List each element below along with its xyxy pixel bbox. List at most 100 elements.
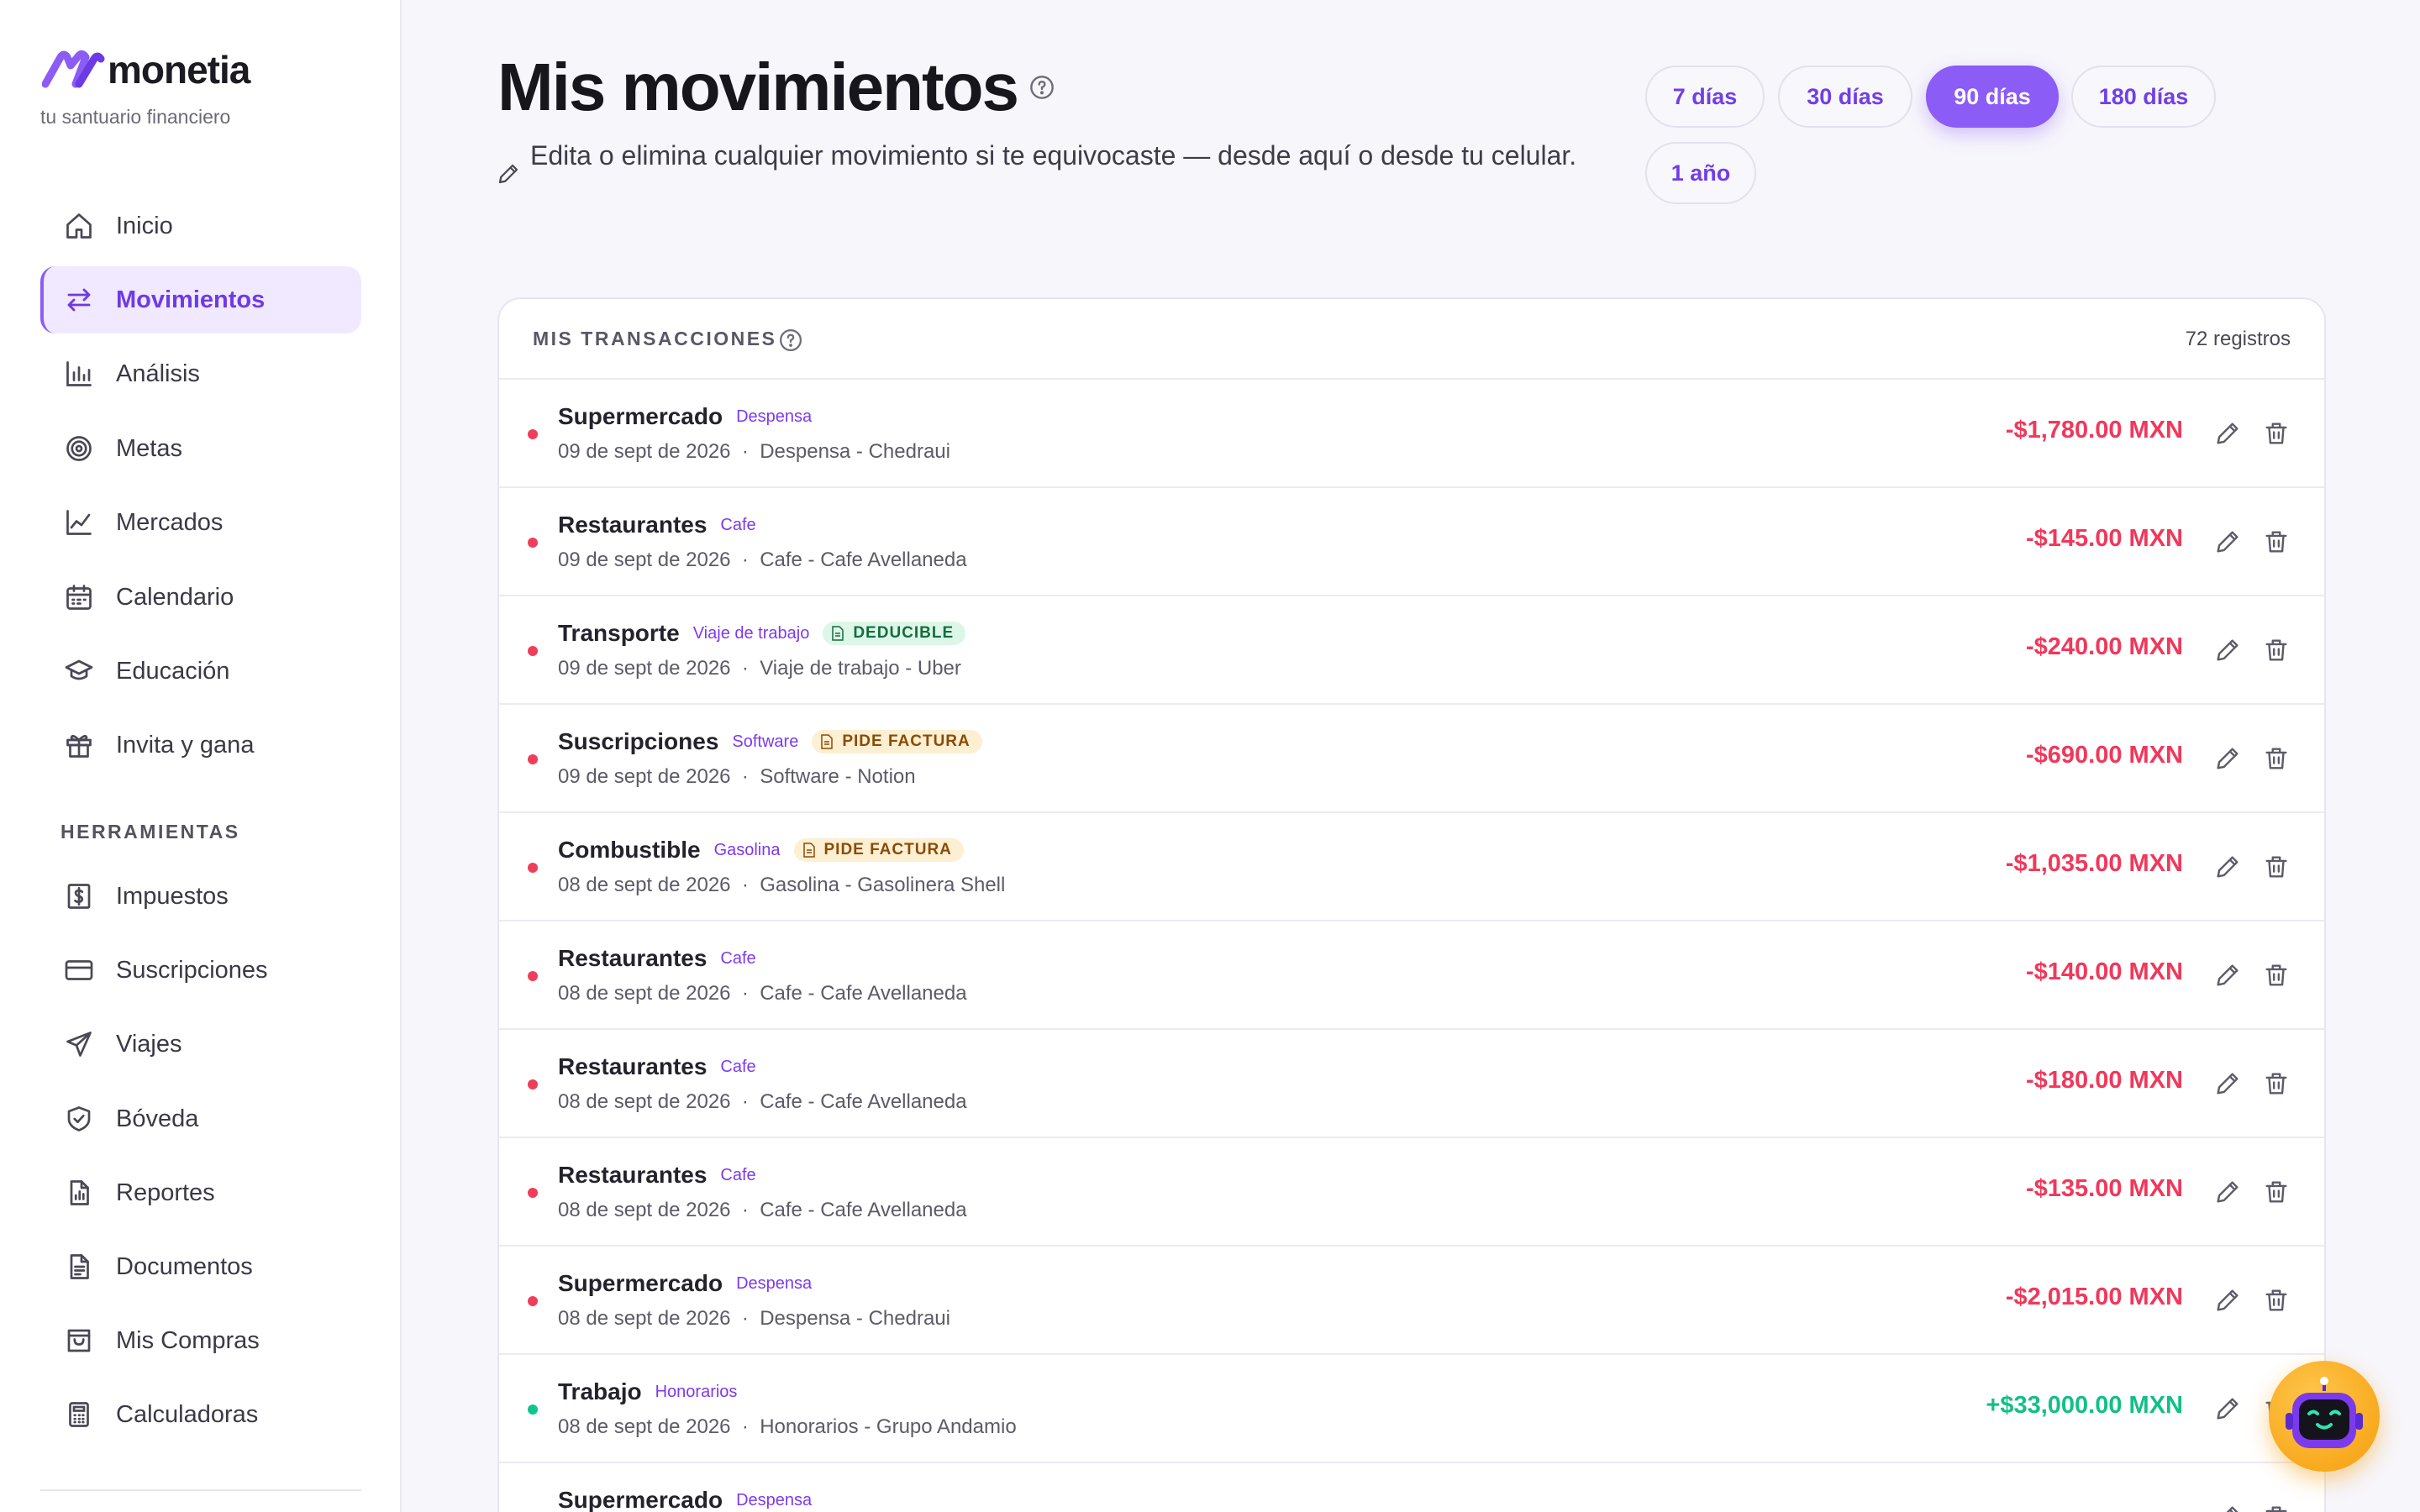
- transaction-row[interactable]: Supermercado Despensa 09 de sept de 2026 ·…: [499, 380, 2324, 488]
- brand-logo[interactable]: monetia: [42, 47, 250, 92]
- factura-badge: PIDE FACTURA: [793, 838, 964, 862]
- transaction-heading: Combustible Gasolina PIDE FACTURA: [558, 837, 964, 864]
- sidebar-item-mis-compras[interactable]: Mis Compras: [40, 1307, 361, 1374]
- transaction-row[interactable]: Restaurantes Cafe 08 de sept de 2026 · Caf…: [499, 1138, 2324, 1247]
- delete-trash-icon[interactable]: [2262, 1503, 2291, 1512]
- sidebar-item-label: Mis Compras: [116, 1326, 260, 1354]
- transaction-detail: Cafe - Cafe Avellaneda: [760, 549, 967, 571]
- sidebar-item-label: Mercados: [116, 508, 224, 536]
- edit-pencil-icon[interactable]: [2213, 853, 2242, 881]
- transaction-detail: Gasolina - Gasolinera Shell: [760, 874, 1006, 896]
- delete-trash-icon[interactable]: [2262, 1286, 2291, 1315]
- transaction-detail: Despensa - Chedraui: [760, 1307, 950, 1330]
- delete-trash-icon[interactable]: [2262, 1178, 2291, 1206]
- sidebar-divider: [40, 1489, 361, 1491]
- transaction-row[interactable]: Suscripciones Software PIDE FACTURA 09 de s…: [499, 705, 2324, 813]
- transaction-heading: Restaurantes Cafe: [558, 1162, 756, 1189]
- graduation-cap-icon: [64, 656, 94, 686]
- transaction-row[interactable]: Supermercado Despensa 08 de sept de 2026 ·…: [499, 1247, 2324, 1355]
- sidebar-item-boveda[interactable]: Bóveda: [40, 1085, 361, 1152]
- transaction-row[interactable]: Restaurantes Cafe 09 de sept de 2026 · Caf…: [499, 488, 2324, 596]
- range-90-dias-button[interactable]: 90 días: [1926, 66, 2059, 128]
- edit-pencil-icon[interactable]: [2213, 1178, 2242, 1206]
- transaction-date: 08 de sept de 2026: [558, 1415, 731, 1438]
- transaction-heading: Restaurantes Cafe: [558, 1053, 756, 1080]
- delete-trash-icon[interactable]: [2262, 636, 2291, 664]
- line-chart-icon: [64, 507, 94, 538]
- sidebar-item-suscripciones[interactable]: Suscripciones: [40, 937, 361, 1004]
- sidebar-item-mercados[interactable]: Mercados: [40, 489, 361, 556]
- help-circle-icon[interactable]: [1028, 74, 1055, 101]
- receipt-icon: [831, 626, 853, 641]
- transaction-row[interactable]: Supermercado Despensa: [499, 1463, 2324, 1512]
- transaction-detail: Software - Notion: [760, 765, 916, 788]
- transaction-meta: 08 de sept de 2026 · Cafe - Cafe Avellan…: [558, 1090, 967, 1114]
- transaction-meta: 08 de sept de 2026 · Gasolina - Gasoline…: [558, 874, 1005, 897]
- sidebar-item-analisis[interactable]: Análisis: [40, 340, 361, 407]
- edit-pencil-icon[interactable]: [2213, 1069, 2242, 1098]
- delete-trash-icon[interactable]: [2262, 528, 2291, 556]
- transaction-row[interactable]: Restaurantes Cafe 08 de sept de 2026 · Caf…: [499, 921, 2324, 1030]
- delete-trash-icon[interactable]: [2262, 1069, 2291, 1098]
- sidebar-item-impuestos[interactable]: Impuestos: [40, 863, 361, 930]
- transaction-row[interactable]: Combustible Gasolina PIDE FACTURA 08 de sep…: [499, 813, 2324, 921]
- sidebar-item-calculadoras[interactable]: Calculadoras: [40, 1381, 361, 1448]
- home-icon: [64, 211, 94, 241]
- sidebar-item-movimientos[interactable]: Movimientos: [40, 266, 361, 333]
- expense-dot-icon: [528, 646, 538, 656]
- transactions-count: 72 registros: [2185, 328, 2291, 350]
- sidebar-item-metas[interactable]: Metas: [40, 415, 361, 482]
- edit-pencil-icon[interactable]: [2213, 528, 2242, 556]
- sidebar-item-educacion[interactable]: Educación: [40, 638, 361, 705]
- edit-pencil-icon[interactable]: [2213, 1503, 2242, 1512]
- separator-dot: ·: [730, 1415, 760, 1438]
- separator-dot: ·: [730, 982, 760, 1005]
- separator-dot: ·: [730, 874, 760, 896]
- range-30-dias-button[interactable]: 30 días: [1778, 66, 1912, 128]
- edit-pencil-icon[interactable]: [2213, 1394, 2242, 1423]
- sidebar-item-reportes[interactable]: Reportes: [40, 1159, 361, 1226]
- tax-receipt-icon: [64, 881, 94, 911]
- edit-pencil-icon[interactable]: [2213, 961, 2242, 990]
- edit-pencil-icon[interactable]: [2213, 744, 2242, 773]
- sidebar-item-viajes[interactable]: Viajes: [40, 1011, 361, 1078]
- edit-pencil-icon[interactable]: [2213, 636, 2242, 664]
- transaction-detail: Despensa - Chedraui: [760, 440, 950, 463]
- transaction-row[interactable]: Transporte Viaje de trabajo DEDUCIBLE 09 de…: [499, 596, 2324, 705]
- sidebar-item-inicio[interactable]: Inicio: [40, 192, 361, 260]
- transaction-meta: 08 de sept de 2026 · Cafe - Cafe Avellan…: [558, 1199, 967, 1222]
- transactions-card-header: MIS TRANSACCIONES 72 registros: [499, 299, 2324, 380]
- sidebar-item-label: Suscripciones: [116, 956, 268, 984]
- range-1-ano-button[interactable]: 1 año: [1645, 142, 1756, 204]
- transaction-meta: 09 de sept de 2026 · Cafe - Cafe Avellan…: [558, 549, 967, 572]
- expense-dot-icon: [528, 971, 538, 981]
- transaction-meta: 08 de sept de 2026 · Despensa - Chedraui: [558, 1307, 950, 1331]
- transaction-subcategory-tag: Cafe: [720, 1057, 756, 1076]
- shopping-bag-icon: [64, 1326, 94, 1356]
- separator-dot: ·: [730, 549, 760, 571]
- transaction-heading: Supermercado Despensa: [558, 403, 812, 430]
- expense-dot-icon: [528, 429, 538, 439]
- separator-dot: ·: [730, 440, 760, 463]
- range-7-dias-button[interactable]: 7 días: [1645, 66, 1765, 128]
- transaction-row[interactable]: Trabajo Honorarios 08 de sept de 2026 · Ho…: [499, 1355, 2324, 1463]
- brand-tagline: tu santuario financiero: [40, 106, 231, 128]
- range-180-dias-button[interactable]: 180 días: [2071, 66, 2216, 128]
- transaction-amount: -$240.00 MXN: [2026, 633, 2183, 660]
- delete-trash-icon[interactable]: [2262, 419, 2291, 448]
- transaction-category: Transporte: [558, 620, 680, 646]
- sidebar-item-invita-y-gana[interactable]: Invita y gana: [40, 711, 361, 779]
- transaction-date: 08 de sept de 2026: [558, 1090, 731, 1113]
- transaction-row[interactable]: Restaurantes Cafe 08 de sept de 2026 · Caf…: [499, 1030, 2324, 1138]
- expense-dot-icon: [528, 538, 538, 548]
- calculator-icon: [64, 1399, 94, 1430]
- delete-trash-icon[interactable]: [2262, 744, 2291, 773]
- help-circle-icon[interactable]: [778, 328, 803, 353]
- edit-pencil-icon[interactable]: [2213, 419, 2242, 448]
- sidebar-item-documentos[interactable]: Documentos: [40, 1233, 361, 1300]
- delete-trash-icon[interactable]: [2262, 853, 2291, 881]
- delete-trash-icon[interactable]: [2262, 961, 2291, 990]
- edit-pencil-icon[interactable]: [2213, 1286, 2242, 1315]
- assistant-bot-button[interactable]: [2269, 1361, 2380, 1472]
- sidebar-item-calendario[interactable]: Calendario: [40, 564, 361, 631]
